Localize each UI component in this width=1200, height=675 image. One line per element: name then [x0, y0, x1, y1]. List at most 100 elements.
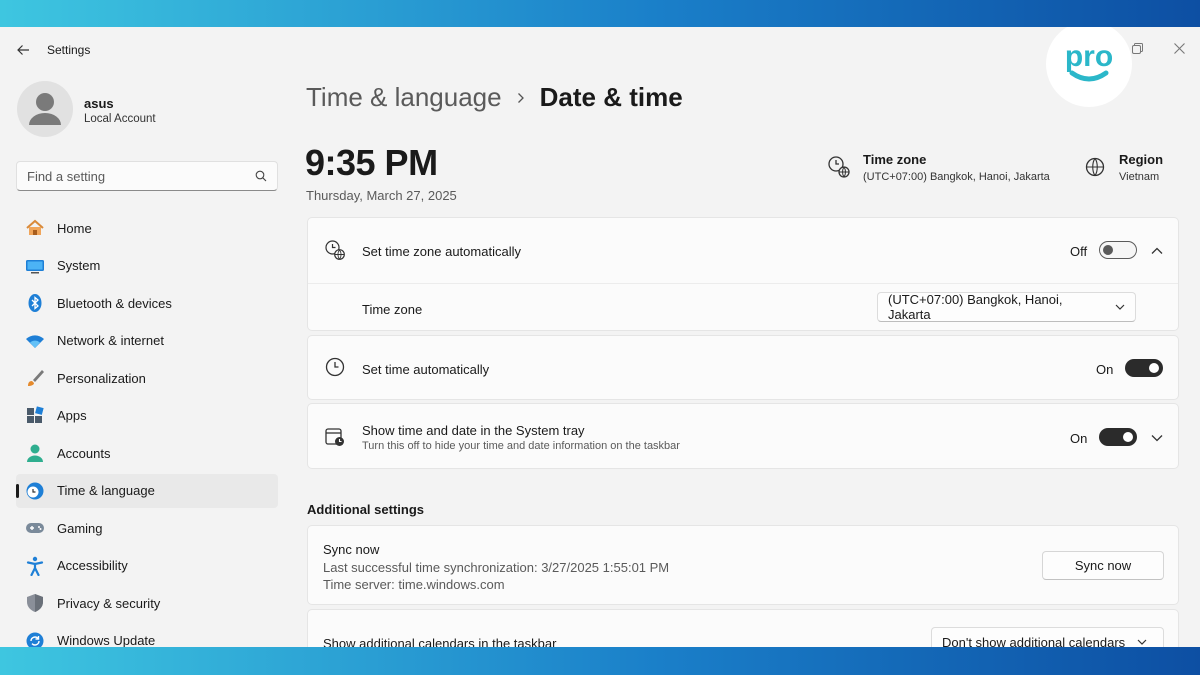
additional-settings-heading: Additional settings	[307, 502, 424, 517]
region-info: Region Vietnam	[1083, 152, 1163, 183]
clock-icon	[324, 356, 346, 378]
sync-card: Sync now Last successful time synchroniz…	[307, 525, 1179, 605]
wifi-icon	[24, 330, 46, 352]
restore-icon	[1131, 42, 1143, 54]
sidebar-item-apps[interactable]: Apps	[16, 399, 278, 433]
user-name: asus	[84, 96, 114, 111]
person-icon	[24, 442, 46, 464]
last-sync-text: Last successful time synchronization: 3/…	[323, 560, 670, 575]
chevron-down-icon	[1115, 304, 1125, 310]
system-tray-toggle[interactable]	[1099, 428, 1137, 446]
system-tray-state: On	[1070, 431, 1088, 446]
system-tray-card: Show time and date in the System tray Tu…	[307, 403, 1179, 469]
search-box	[16, 161, 278, 191]
chevron-down-icon	[1137, 639, 1147, 645]
auto-time-label: Set time automatically	[362, 362, 490, 377]
sidebar-item-accessibility[interactable]: Accessibility	[16, 549, 278, 583]
logo-smile-icon: pro	[1065, 40, 1113, 82]
sidebar-item-system[interactable]: System	[16, 249, 278, 283]
timezone-dropdown[interactable]: (UTC+07:00) Bangkok, Hanoi, Jakarta	[877, 292, 1136, 322]
sidebar-item-label: Accessibility	[57, 558, 128, 573]
sidebar-nav: Home System Bluetooth & devices Network …	[16, 211, 278, 647]
sidebar-item-label: Personalization	[57, 370, 146, 386]
gamepad-icon	[24, 517, 46, 539]
sidebar-item-label: Bluetooth & devices	[57, 295, 172, 311]
current-date: Thursday, March 27, 2025	[306, 188, 457, 203]
user-account-type: Local Account	[84, 113, 156, 125]
timezone-dropdown-value: (UTC+07:00) Bangkok, Hanoi, Jakarta	[888, 292, 1063, 322]
avatar[interactable]	[17, 81, 73, 137]
title-bar: Settings	[0, 27, 1200, 73]
update-icon	[24, 630, 46, 647]
sidebar-item-windows-update[interactable]: Windows Update	[16, 624, 278, 647]
brush-icon	[24, 367, 46, 389]
close-icon	[1173, 42, 1185, 54]
timezone-info: Time zone (UTC+07:00) Bangkok, Hanoi, Ja…	[827, 152, 1050, 183]
sidebar-item-home[interactable]: Home	[16, 211, 278, 245]
sidebar-item-label: Windows Update	[57, 633, 156, 647]
window-title: Settings	[47, 43, 91, 57]
breadcrumb: Time & language Date & time	[306, 82, 683, 113]
calendars-dropdown[interactable]: Don't show additional calendars	[931, 627, 1164, 647]
sidebar-item-gaming[interactable]: Gaming	[16, 511, 278, 545]
sidebar-item-accounts[interactable]: Accounts	[16, 436, 278, 470]
time-server-text: Time server: time.windows.com	[323, 577, 505, 592]
calendars-dropdown-value: Don't show additional calendars	[942, 634, 1126, 648]
sync-label: Sync now	[323, 542, 380, 557]
bluetooth-icon	[24, 292, 46, 314]
accessibility-icon	[24, 555, 46, 577]
breadcrumb-parent[interactable]: Time & language	[306, 82, 502, 113]
sidebar-item-privacy[interactable]: Privacy & security	[16, 586, 278, 620]
search-icon[interactable]	[255, 170, 267, 182]
additional-calendars-label: Show additional calendars in the taskbar	[323, 636, 557, 647]
sidebar-item-time-language[interactable]: Time & language	[16, 473, 278, 508]
home-icon	[24, 217, 46, 239]
globe-icon	[1085, 157, 1105, 177]
chevron-right-icon	[516, 92, 526, 104]
sidebar-item-label: Home	[57, 220, 92, 236]
search-input[interactable]	[27, 168, 255, 184]
clock-globe-icon	[24, 480, 46, 502]
close-button[interactable]	[1166, 35, 1192, 61]
sidebar-item-label: Accounts	[57, 445, 111, 461]
auto-timezone-row[interactable]: Set time zone automatically Off	[308, 218, 1178, 283]
timezone-row: Time zone (UTC+07:00) Bangkok, Hanoi, Ja…	[308, 284, 1178, 332]
system-tray-description: Turn this off to hide your time and date…	[362, 440, 680, 452]
sidebar-item-personalization[interactable]: Personalization	[16, 361, 278, 395]
apps-icon	[24, 405, 46, 427]
timezone-info-value: (UTC+07:00) Bangkok, Hanoi, Jakarta	[863, 171, 1050, 183]
auto-timezone-toggle[interactable]	[1099, 241, 1137, 259]
sidebar-item-label: Time & language	[57, 483, 155, 498]
globe-clock-icon	[828, 156, 850, 178]
timezone-label: Time zone	[362, 302, 423, 317]
sidebar-item-label: Network & internet	[57, 333, 164, 348]
auto-time-row[interactable]: Set time automatically On	[308, 336, 1178, 401]
auto-timezone-state: Off	[1070, 244, 1088, 259]
region-info-value: Vietnam	[1119, 171, 1160, 183]
back-button[interactable]	[12, 39, 34, 61]
auto-time-card: Set time automatically On	[307, 335, 1179, 400]
region-info-title: Region	[1119, 152, 1164, 167]
chevron-up-icon[interactable]	[1150, 244, 1164, 258]
auto-time-toggle[interactable]	[1125, 359, 1163, 377]
system-tray-row[interactable]: Show time and date in the System tray Tu…	[308, 404, 1178, 470]
shield-icon	[24, 592, 46, 614]
auto-timezone-label: Set time zone automatically	[362, 244, 521, 259]
page-title: Date & time	[539, 82, 683, 112]
timezone-settings-card: Set time zone automatically Off Time zon…	[307, 217, 1179, 331]
current-time: 9:35 PM	[305, 142, 438, 183]
auto-time-state: On	[1096, 362, 1114, 377]
sidebar-item-label: Gaming	[57, 520, 103, 536]
sidebar-item-label: Apps	[57, 408, 87, 423]
system-tray-label: Show time and date in the System tray	[362, 423, 585, 438]
sidebar-item-bluetooth[interactable]: Bluetooth & devices	[16, 286, 278, 320]
sync-now-button[interactable]: Sync now	[1042, 551, 1164, 580]
sidebar-item-label: Privacy & security	[57, 595, 161, 611]
chevron-down-icon[interactable]	[1150, 431, 1164, 445]
monitor-icon	[24, 255, 46, 277]
calendar-clock-icon	[324, 426, 346, 448]
user-avatar-icon	[29, 93, 61, 125]
logo-text: pro	[1065, 40, 1113, 73]
pro-logo: pro	[1046, 27, 1132, 107]
sidebar-item-network[interactable]: Network & internet	[16, 324, 278, 358]
